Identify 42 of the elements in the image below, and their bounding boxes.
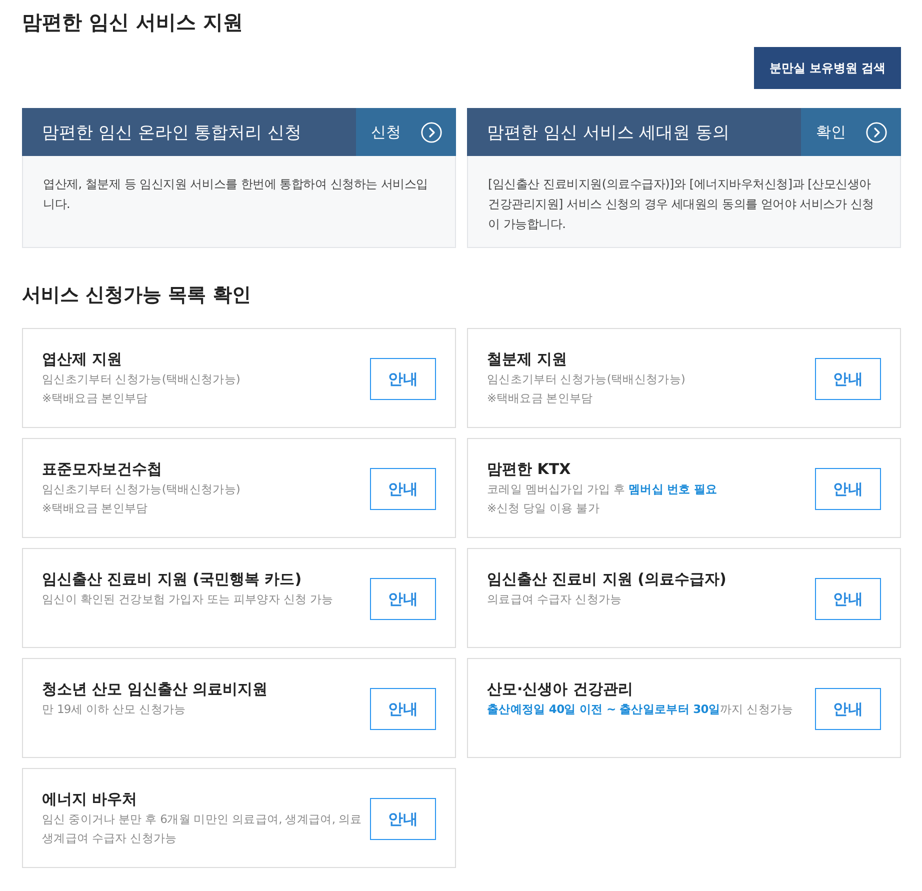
- service-title: 표준모자보건수첩: [42, 459, 163, 480]
- section-title: 서비스 신청가능 목록 확인: [22, 283, 252, 308]
- page-title: 맘편한 임신 서비스 지원: [22, 9, 244, 36]
- service-title: 임신출산 진료비 지원 (국민행복 카드): [42, 569, 303, 590]
- service-title: 청소년 산모 임신출산 의료비지원: [42, 679, 269, 700]
- info-button[interactable]: 안내: [370, 798, 436, 840]
- service-title: 철분제 지원: [487, 349, 568, 370]
- info-button[interactable]: 안내: [815, 688, 881, 730]
- info-button[interactable]: 안내: [370, 578, 436, 620]
- service-title: 임신출산 진료비 지원 (의료수급자): [487, 569, 728, 590]
- service-description: 의료급여 수급자 신청가능: [487, 591, 623, 608]
- card-action-link[interactable]: 신청: [356, 108, 456, 156]
- service-description: ※택배요금 본인부담: [487, 390, 594, 407]
- service-description: 임신 중이거나 분만 후 6개월 미만인 의료급여, 생계급여, 의료생계급여 수급자 신청가능: [42, 811, 362, 847]
- service-description: ※택배요금 본인부담: [42, 500, 149, 517]
- info-button[interactable]: 안내: [815, 578, 881, 620]
- service-description: ※택배요금 본인부담: [42, 390, 149, 407]
- service-description: 임신초기부터 신청가능(택배신청가능): [42, 371, 242, 388]
- info-button[interactable]: 안내: [370, 358, 436, 400]
- service-title: 엽산제 지원: [42, 349, 124, 370]
- card-title: 맘편한 임신 온라인 통합처리 신청: [41, 122, 303, 144]
- service-title: 에너지 바우처: [42, 789, 138, 810]
- service-description: 코레일 멤버십가입 가입 후 멤버십 번호 필요: [487, 481, 718, 498]
- service-title: 산모·신생아 건강관리: [487, 679, 634, 700]
- card-description: [임신출산 진료비지원(의료수급자)]와 [에너지바우처신청]과 [산모신생아건강관리지원] 서비스 신청의 경우 세대원의 동의를 얻어야 서비스가 신청이 가능합니다.: [467, 156, 901, 248]
- service-title: 맘편한 KTX: [487, 459, 572, 480]
- service-description: 임신초기부터 신청가능(택배신청가능): [42, 481, 242, 498]
- chevron-circle-icon: [421, 122, 442, 142]
- hospital-search-button[interactable]: 분만실 보유병원 검색: [754, 47, 901, 89]
- service-description: 만 19세 이하 산모 신청가능: [42, 701, 187, 718]
- card-description: 엽산제, 철분제 등 임신지원 서비스를 한번에 통합하여 신청하는 서비스입니다.: [22, 156, 456, 248]
- info-button[interactable]: 안내: [370, 688, 436, 730]
- service-description: ※신청 당일 이용 불가: [487, 500, 600, 517]
- info-button[interactable]: 안내: [815, 358, 881, 400]
- chevron-circle-icon: [866, 122, 887, 142]
- service-description: 임신이 확인된 건강보험 가입자 또는 피부양자 신청 가능: [42, 591, 334, 608]
- card-title: 맘편한 임신 서비스 세대원 동의: [486, 122, 731, 144]
- info-button[interactable]: 안내: [815, 468, 881, 510]
- service-description: 임신초기부터 신청가능(택배신청가능): [487, 371, 686, 388]
- service-description: 출산예정일 40일 이전 ~ 출산일로부터 30일까지 신청가능: [487, 701, 794, 718]
- info-button[interactable]: 안내: [370, 468, 436, 510]
- card-action-link[interactable]: 확인: [801, 108, 901, 156]
